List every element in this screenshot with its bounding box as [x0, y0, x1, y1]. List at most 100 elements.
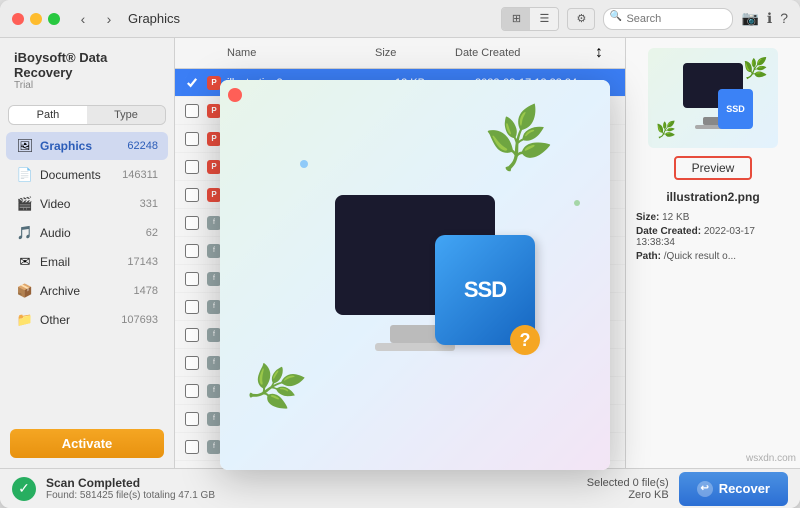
other-icon: 📁 [16, 311, 34, 329]
graphics-icon: 🖼 [16, 137, 34, 155]
view-toggle: ⊞ ☰ [501, 7, 559, 31]
file-list-header: Name Size Date Created ↕ [175, 38, 625, 69]
email-icon: ✉ [16, 253, 34, 271]
col-sort-icon: ↕ [595, 44, 615, 62]
row-checkbox[interactable] [185, 244, 199, 258]
tab-type[interactable]: Type [87, 106, 165, 124]
leaf-decoration-1: 🌿 [480, 101, 559, 178]
preview-thumbnail: SSD 🌿 🌿 [648, 48, 778, 148]
popup-close-button[interactable] [228, 88, 242, 102]
row-checkbox[interactable] [185, 300, 199, 314]
titlebar-actions: ⊞ ☰ ⚙ 📷 ℹ ? [501, 7, 788, 31]
back-button[interactable]: ‹ [72, 8, 94, 30]
minimize-button[interactable] [30, 13, 42, 25]
watermark: wsxdn.com [746, 453, 796, 464]
illustration-background: 🌿 🌿 SSD ? [220, 80, 610, 470]
sidebar-item-label: Email [40, 255, 127, 269]
imac-stand-large [390, 325, 440, 343]
col-size-header: Size [375, 47, 455, 59]
sidebar-item-video[interactable]: 🎬 Video 331 [6, 190, 168, 218]
sidebar-tabs: Path Type [8, 105, 166, 125]
row-checkbox[interactable] [185, 76, 199, 90]
ssd-question-mark: ? [510, 325, 540, 355]
selected-size: Zero KB [587, 489, 669, 501]
info-icon[interactable]: ℹ [767, 10, 772, 27]
leaf-icon: 🌿 [743, 56, 768, 81]
leaf-decoration-2: 🌿 [242, 354, 309, 420]
search-input[interactable] [603, 8, 733, 30]
path-value: /Quick result o... [664, 251, 736, 262]
imac-illustration-large: SSD ? [315, 195, 515, 355]
sidebar-item-count: 62248 [127, 140, 158, 152]
row-checkbox[interactable] [185, 384, 199, 398]
list-view-button[interactable]: ☰ [530, 8, 558, 30]
row-checkbox[interactable] [185, 188, 199, 202]
recover-icon: ↩ [697, 481, 713, 497]
col-name-header: Name [227, 47, 375, 59]
sidebar-item-count: 146311 [122, 169, 158, 181]
traffic-lights [12, 13, 60, 25]
sidebar-item-label: Video [40, 197, 140, 211]
sidebar-item-documents[interactable]: 📄 Documents 146311 [6, 161, 168, 189]
close-button[interactable] [12, 13, 24, 25]
preview-button[interactable]: Preview [674, 156, 753, 180]
right-panel: SSD 🌿 🌿 Preview illustration2.png Size: … [625, 38, 800, 468]
date-label: Date Created: [636, 226, 701, 237]
camera-icon[interactable]: 📷 [741, 10, 758, 27]
scan-complete-icon: ✓ [12, 477, 36, 501]
sidebar-item-count: 62 [146, 227, 158, 239]
archive-icon: 📦 [16, 282, 34, 300]
leaf-icon-2: 🌿 [656, 120, 676, 140]
scan-title: Scan Completed [46, 476, 577, 490]
row-checkbox[interactable] [185, 104, 199, 118]
sidebar-item-archive[interactable]: 📦 Archive 1478 [6, 277, 168, 305]
sidebar: iBoysoft® Data Recovery Trial Path Type … [0, 38, 175, 468]
documents-icon: 📄 [16, 166, 34, 184]
titlebar-icons: 📷 ℹ ? [741, 10, 788, 27]
sidebar-items: 🖼 Graphics 62248 📄 Documents 146311 🎬 Vi… [0, 131, 174, 421]
nav-buttons: ‹ › [72, 8, 120, 30]
app-title: iBoysoft® Data Recovery [14, 50, 160, 80]
ssd-mini: SSD [718, 89, 753, 129]
activate-button[interactable]: Activate [10, 429, 164, 458]
grid-view-button[interactable]: ⊞ [502, 8, 530, 30]
audio-icon: 🎵 [16, 224, 34, 242]
row-checkbox[interactable] [185, 160, 199, 174]
sidebar-item-count: 17143 [127, 256, 158, 268]
dot-decoration-1 [300, 160, 308, 168]
recover-button[interactable]: ↩ Recover [679, 472, 788, 506]
row-checkbox[interactable] [185, 328, 199, 342]
sidebar-item-graphics[interactable]: 🖼 Graphics 62248 [6, 132, 168, 160]
sidebar-item-email[interactable]: ✉ Email 17143 [6, 248, 168, 276]
row-checkbox[interactable] [185, 440, 199, 454]
sidebar-item-label: Graphics [40, 139, 127, 153]
tab-path[interactable]: Path [9, 106, 87, 124]
size-label: Size: [636, 212, 659, 223]
sidebar-item-count: 331 [140, 198, 158, 210]
app-subtitle: Trial [14, 80, 160, 91]
video-icon: 🎬 [16, 195, 34, 213]
sidebar-header: iBoysoft® Data Recovery Trial [0, 38, 174, 99]
filter-button[interactable]: ⚙ [567, 8, 595, 30]
sidebar-item-count: 107693 [121, 314, 158, 326]
preview-popup: 🌿 🌿 SSD ? [220, 80, 610, 470]
dot-decoration-2 [574, 200, 580, 206]
imac-illustration-mini: SSD [673, 63, 753, 133]
scan-detail: Found: 581425 file(s) totaling 47.1 GB [46, 490, 577, 501]
maximize-button[interactable] [48, 13, 60, 25]
row-checkbox[interactable] [185, 216, 199, 230]
sidebar-item-audio[interactable]: 🎵 Audio 62 [6, 219, 168, 247]
help-icon[interactable]: ? [780, 10, 788, 27]
row-checkbox[interactable] [185, 132, 199, 146]
sidebar-item-other[interactable]: 📁 Other 107693 [6, 306, 168, 334]
size-value: 12 KB [662, 212, 689, 223]
selected-count: Selected 0 file(s) [587, 477, 669, 489]
recover-label: Recover [719, 481, 770, 496]
bottom-bar: ✓ Scan Completed Found: 581425 file(s) t… [0, 468, 800, 508]
row-checkbox[interactable] [185, 356, 199, 370]
col-date-header: Date Created [455, 47, 595, 59]
row-checkbox[interactable] [185, 272, 199, 286]
ssd-label: SSD [464, 277, 506, 303]
forward-button[interactable]: › [98, 8, 120, 30]
row-checkbox[interactable] [185, 412, 199, 426]
